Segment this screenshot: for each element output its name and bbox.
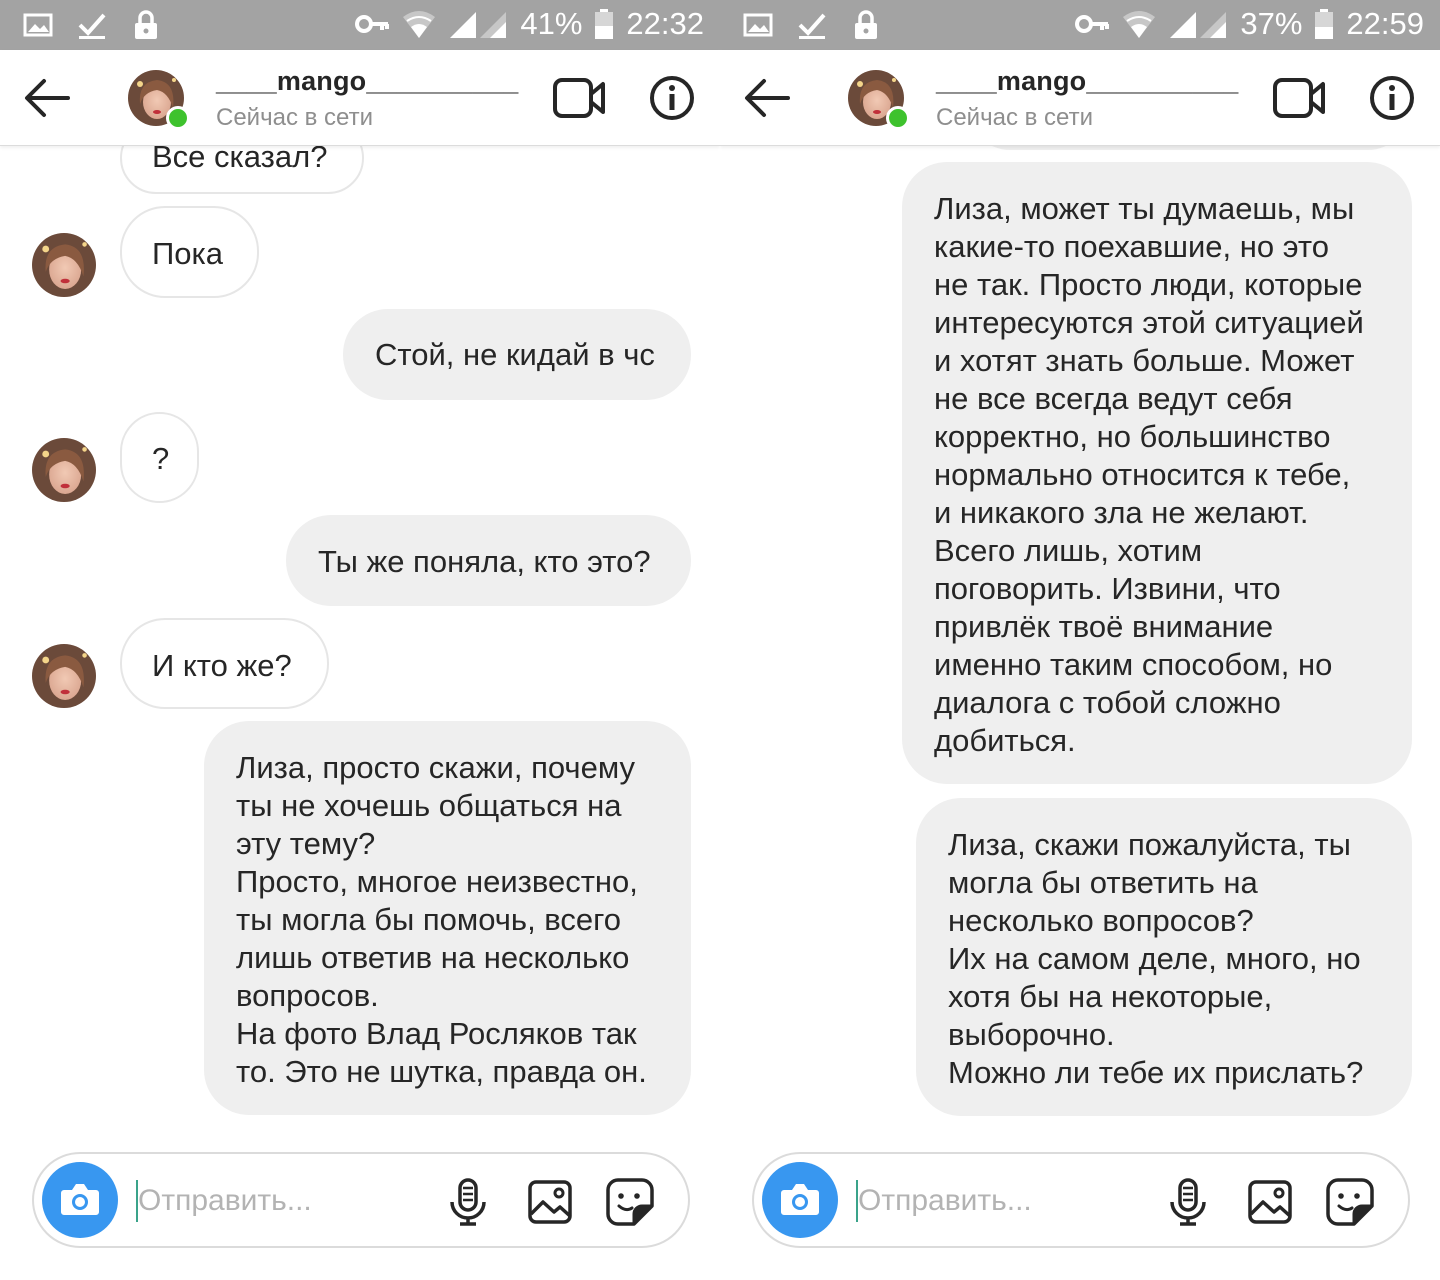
chat-header: ____mango__________ Сейчас в сети — [0, 50, 720, 146]
status-bar: 41% 22:32 — [0, 0, 720, 50]
online-status: Сейчас в сети — [936, 104, 1093, 131]
vpn-key-icon — [355, 15, 390, 33]
battery-icon — [1315, 9, 1334, 39]
message-thread: Лиза, может ты думаешь, мы какие-то поех… — [720, 146, 1440, 1146]
camera-icon — [781, 1184, 819, 1215]
wifi-icon — [403, 11, 436, 38]
contact-username[interactable]: ____mango__________ — [216, 66, 519, 97]
message-thread: Все сказал? Пока Стой, не кидай в чс ? Т… — [0, 146, 720, 1146]
image-icon — [743, 13, 773, 37]
battery-percent: 41% — [520, 6, 583, 41]
info-icon[interactable] — [648, 74, 696, 122]
image-icon — [23, 13, 53, 37]
incoming-message[interactable]: И кто же? — [120, 618, 329, 709]
outgoing-message[interactable]: Лиза, просто скажи, почему ты не хочешь … — [204, 721, 691, 1115]
sticker-icon[interactable] — [604, 1176, 656, 1228]
outgoing-message[interactable]: Лиза, скажи пожалуйста, ты могла бы отве… — [916, 798, 1412, 1116]
contact-avatar[interactable] — [848, 70, 910, 130]
battery-percent: 37% — [1240, 6, 1303, 41]
microphone-icon[interactable] — [1166, 1178, 1210, 1226]
status-bar: 37% 22:59 — [720, 0, 1440, 50]
outgoing-message[interactable]: Ты же поняла, кто это? — [286, 515, 691, 606]
clock: 22:59 — [1346, 6, 1424, 41]
signal-icon — [450, 12, 507, 38]
contact-username[interactable]: ____mango__________ — [936, 66, 1239, 97]
back-arrow-icon[interactable] — [738, 70, 798, 126]
camera-button[interactable] — [762, 1162, 838, 1238]
check-icon — [78, 13, 106, 39]
online-status: Сейчас в сети — [216, 104, 373, 131]
outgoing-message[interactable]: Лиза, может ты думаешь, мы какие-то поех… — [902, 162, 1412, 784]
lock-icon — [135, 10, 157, 39]
message-composer — [32, 1152, 690, 1248]
wifi-icon — [1123, 11, 1156, 38]
gallery-icon[interactable] — [1246, 1178, 1294, 1226]
sender-avatar — [32, 233, 96, 297]
chat-header: ____mango__________ Сейчас в сети — [720, 50, 1440, 146]
sticker-icon[interactable] — [1324, 1176, 1376, 1228]
message-input[interactable] — [856, 1176, 1156, 1226]
message-composer — [752, 1152, 1410, 1248]
incoming-message[interactable]: Все сказал? — [120, 146, 364, 194]
lock-icon — [855, 10, 877, 39]
camera-icon — [61, 1184, 99, 1215]
sender-avatar — [32, 644, 96, 708]
incoming-message[interactable]: Пока — [120, 206, 259, 298]
contact-avatar[interactable] — [128, 70, 190, 130]
chat-screen-left: 41% 22:32 ____mango__________ Сейчас в с… — [0, 0, 720, 1280]
camera-button[interactable] — [42, 1162, 118, 1238]
video-call-icon[interactable] — [552, 76, 606, 120]
sender-avatar — [32, 438, 96, 502]
info-icon[interactable] — [1368, 74, 1416, 122]
outgoing-message[interactable]: Стой, не кидай в чс — [343, 309, 691, 400]
battery-icon — [595, 9, 614, 39]
online-indicator — [886, 106, 910, 130]
clock: 22:32 — [626, 6, 704, 41]
message-input[interactable] — [136, 1176, 436, 1226]
check-icon — [798, 13, 826, 39]
video-call-icon[interactable] — [1272, 76, 1326, 120]
back-arrow-icon[interactable] — [18, 70, 78, 126]
signal-icon — [1170, 12, 1227, 38]
outgoing-message[interactable] — [968, 146, 1410, 150]
chat-screen-right: 37% 22:59 ____mango__________ Сейчас в с… — [720, 0, 1440, 1280]
online-indicator — [166, 106, 190, 130]
gallery-icon[interactable] — [526, 1178, 574, 1226]
microphone-icon[interactable] — [446, 1178, 490, 1226]
vpn-key-icon — [1075, 15, 1110, 33]
incoming-message[interactable]: ? — [120, 412, 199, 503]
